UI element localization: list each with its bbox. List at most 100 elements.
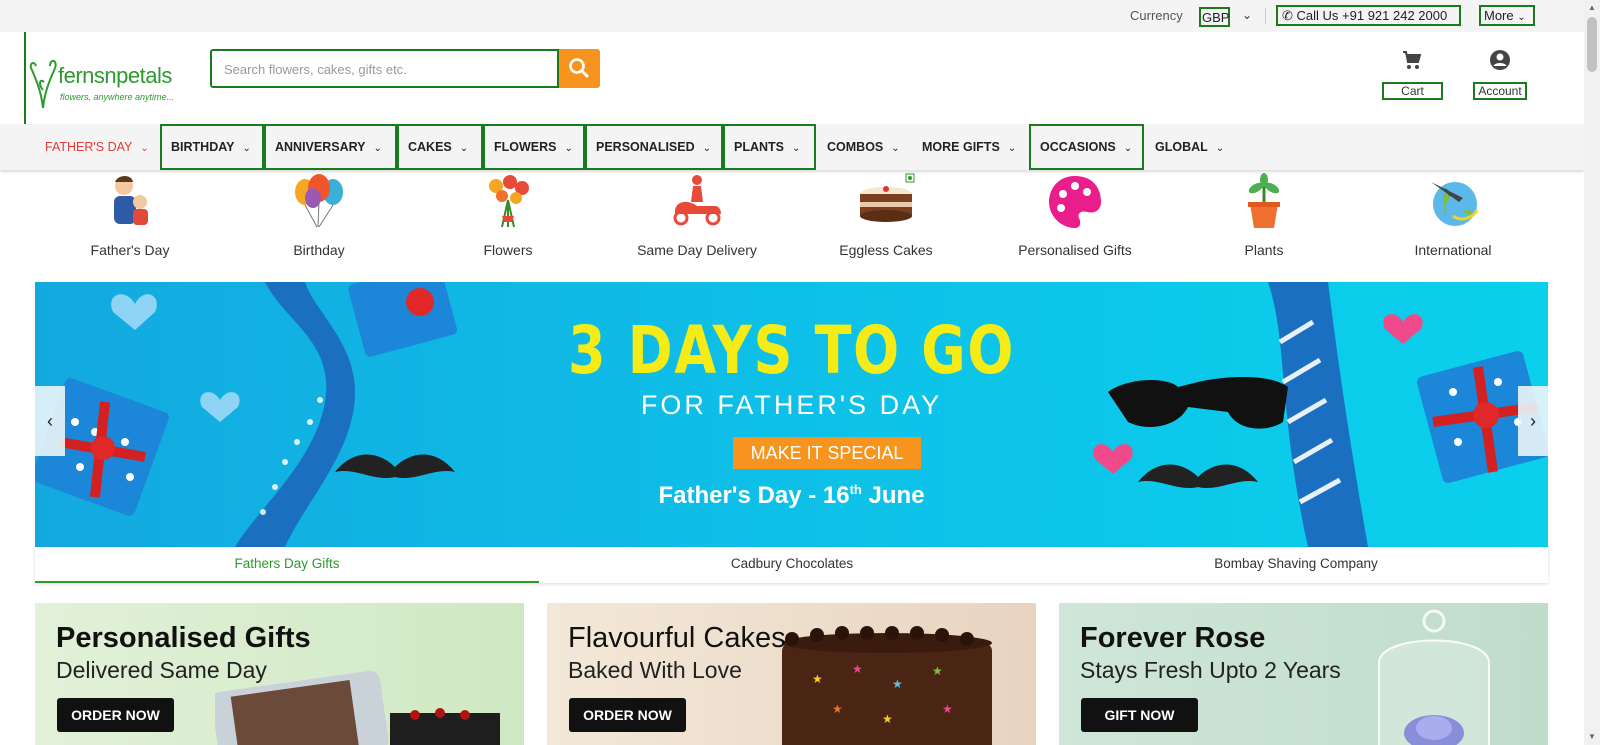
hero-banner[interactable]: 3 DAYS TO GO FOR FATHER'S DAY MAKE IT SP…	[35, 282, 1548, 547]
category-flowers[interactable]: Flowers	[423, 170, 593, 258]
chevron-down-icon: ⌄	[1215, 143, 1225, 154]
cake-icon	[860, 173, 915, 222]
page-scrollbar[interactable]: ▲ ▼	[1584, 0, 1600, 745]
bouquet-icon	[489, 175, 529, 228]
banner-date: Father's Day - 16th June	[35, 482, 1548, 510]
nav-item-label: OCCASIONS	[1040, 140, 1116, 154]
category-same-day-delivery[interactable]: Same Day Delivery	[612, 170, 782, 258]
nav-item-anniversary[interactable]: ANNIVERSARY ⌄	[264, 124, 397, 170]
banner-date-text: Father's Day - 16	[658, 482, 850, 509]
nav-item-occasions[interactable]: OCCASIONS ⌄	[1029, 124, 1144, 170]
category-personalised-gifts[interactable]: Personalised Gifts	[990, 170, 1160, 258]
nav-item-label: PERSONALISED	[596, 140, 695, 154]
nav-item-label: PLANTS	[734, 140, 784, 154]
call-us-link[interactable]: ✆ Call Us +91 921 242 2000	[1276, 5, 1461, 26]
banner-date-month: June	[868, 482, 925, 509]
logo[interactable]: fernsnpetals flowers, anywhere anytime..…	[24, 32, 196, 127]
promo-subtitle: Baked With Love	[568, 657, 742, 683]
nav-item-birthday[interactable]: BIRTHDAY ⌄	[160, 124, 264, 170]
header: fernsnpetals flowers, anywhere anytime..…	[0, 32, 1584, 127]
scroll-up-arrow-icon[interactable]: ▲	[1584, 0, 1600, 16]
nav-item-more-gifts[interactable]: MORE GIFTS ⌄	[911, 124, 1029, 170]
promo-title: Forever Rose	[1080, 622, 1266, 654]
promo-card-personalised-gifts[interactable]: Personalised Gifts Delivered Same Day OR…	[35, 603, 524, 745]
brand-name: fernsnpetals	[58, 63, 172, 88]
make-it-special-button[interactable]: MAKE IT SPECIAL	[733, 437, 921, 469]
page: Currency GBP ⌄ ✆ Call Us +91 921 242 200…	[0, 0, 1584, 745]
svg-text:★: ★	[932, 664, 943, 678]
chevron-left-icon: ‹	[47, 411, 53, 431]
category-label: Father's Day	[90, 242, 170, 258]
nav-item-label: MORE GIFTS	[922, 140, 1000, 154]
nav-item-cakes[interactable]: CAKES ⌄	[397, 124, 483, 170]
category-eggless-cakes[interactable]: Eggless Cakes	[801, 170, 971, 258]
nav-item-personalised[interactable]: PERSONALISED ⌄	[585, 124, 723, 170]
category-international[interactable]: International	[1368, 170, 1538, 258]
tab-bombay-shaving-company[interactable]: Bombay Shaving Company	[1044, 547, 1548, 583]
gift-now-button[interactable]: GIFT NOW	[1081, 698, 1198, 732]
top-bar: Currency GBP ⌄ ✆ Call Us +91 921 242 200…	[0, 0, 1584, 32]
nav-item-label: ANNIVERSARY	[275, 140, 366, 154]
main-nav: FATHER'S DAY ⌄ BIRTHDAY ⌄ ANNIVERSARY ⌄ CAK…	[0, 124, 1584, 170]
chevron-down-icon: ⌄	[792, 143, 801, 154]
promo-card-flavourful-cakes[interactable]: ★ ★ ★ ★ ★ ★ ★ Flavourful Cakes Baked With Love…	[547, 603, 1036, 745]
more-menu[interactable]: More ⌄	[1479, 5, 1535, 26]
chevron-down-icon: ⌄	[1517, 12, 1526, 23]
father-and-child-icon	[114, 176, 148, 225]
category-label: Eggless Cakes	[839, 242, 933, 258]
category-strip: Father's Day Birthday Flowers Same Day D…	[0, 170, 1584, 270]
phone-icon: ✆	[1282, 8, 1293, 23]
nav-item-label: BIRTHDAY	[171, 140, 235, 154]
tab-fathers-day-gifts[interactable]: Fathers Day Gifts	[35, 547, 539, 583]
cart-button[interactable]: Cart	[1382, 82, 1443, 100]
brand-tagline: flowers, anywhere anytime...	[60, 92, 175, 102]
nav-item-label: GLOBAL	[1155, 140, 1208, 154]
account-button[interactable]: Account	[1473, 82, 1527, 100]
nav-item-fathers-day[interactable]: FATHER'S DAY ⌄	[34, 124, 161, 170]
svg-text:★: ★	[852, 662, 863, 676]
tab-cadbury-chocolates[interactable]: Cadbury Chocolates	[540, 547, 1044, 583]
nav-item-label: FLOWERS	[494, 140, 557, 154]
carousel-prev-button[interactable]: ‹	[35, 386, 65, 456]
call-us-label: Call Us +91 921 242 2000	[1296, 8, 1448, 23]
nav-item-combos[interactable]: COMBOS ⌄	[816, 124, 911, 170]
category-label: Birthday	[293, 242, 345, 258]
chevron-down-icon: ⌄	[1007, 143, 1017, 154]
divider	[1265, 8, 1266, 24]
category-plants[interactable]: Plants	[1179, 170, 1349, 258]
account-icon[interactable]	[1488, 48, 1512, 72]
order-now-button[interactable]: ORDER NOW	[569, 698, 686, 732]
chevron-down-icon: ⌄	[242, 143, 251, 154]
promo-card-forever-rose[interactable]: Forever Rose Stays Fresh Upto 2 Years GI…	[1059, 603, 1548, 745]
carousel-next-button[interactable]: ›	[1518, 386, 1548, 456]
nav-item-plants[interactable]: PLANTS ⌄	[723, 124, 816, 170]
more-label: More	[1484, 8, 1514, 23]
category-label: Flowers	[483, 242, 533, 258]
chevron-down-icon[interactable]: ⌄	[1242, 8, 1252, 22]
chevron-down-icon: ⌄	[373, 143, 382, 154]
chevron-down-icon: ⌄	[1123, 143, 1133, 154]
order-now-button[interactable]: ORDER NOW	[57, 698, 174, 732]
cart-icon[interactable]	[1400, 48, 1424, 72]
banner-subheadline: FOR FATHER'S DAY	[640, 390, 943, 420]
chevron-down-icon: ⌄	[140, 143, 149, 154]
svg-text:★: ★	[882, 712, 893, 726]
promo-title: Flavourful Cakes	[568, 622, 786, 654]
paint-palette-icon	[1049, 176, 1101, 228]
nav-item-global[interactable]: GLOBAL ⌄	[1144, 124, 1234, 170]
scrollbar-thumb[interactable]	[1587, 17, 1597, 72]
search-input[interactable]: Search flowers, cakes, gifts etc.	[210, 49, 559, 88]
delivery-scooter-icon	[673, 175, 721, 226]
category-fathers-day[interactable]: Father's Day	[45, 170, 215, 258]
nav-item-flowers[interactable]: FLOWERS ⌄	[483, 124, 585, 170]
promo-image-cake: ★ ★ ★ ★ ★ ★ ★	[782, 626, 992, 745]
category-birthday[interactable]: Birthday	[234, 170, 404, 258]
currency-select[interactable]: GBP	[1199, 7, 1230, 27]
logo-flower-icon	[29, 60, 57, 109]
scroll-down-arrow-icon[interactable]: ▼	[1584, 729, 1600, 745]
banner-headline: 3 DAYS TO GO	[567, 312, 1016, 389]
nav-item-label: CAKES	[408, 140, 452, 154]
search-button[interactable]	[559, 49, 600, 88]
promo-subtitle: Stays Fresh Upto 2 Years	[1080, 657, 1341, 683]
category-label: Personalised Gifts	[1018, 242, 1132, 258]
